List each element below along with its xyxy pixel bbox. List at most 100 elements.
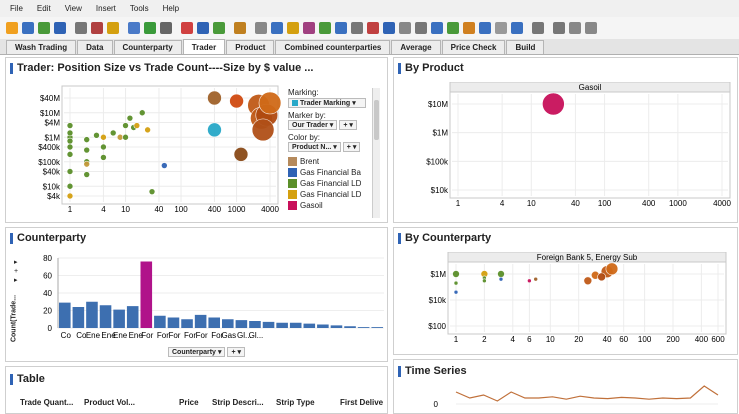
- bar: [249, 321, 261, 328]
- menu-help[interactable]: Help: [163, 4, 179, 13]
- toolbar-button-icon[interactable]: [399, 22, 411, 34]
- tab-combined-counterparties[interactable]: Combined counterparties: [275, 40, 391, 54]
- menu-view[interactable]: View: [65, 4, 82, 13]
- legend-scrollbar[interactable]: [372, 88, 380, 218]
- data-point: [597, 272, 606, 282]
- scroll-thumb[interactable]: [374, 100, 379, 140]
- tab-average[interactable]: Average: [391, 40, 441, 54]
- table-column-header[interactable]: First Delive: [340, 398, 383, 407]
- marker-select[interactable]: Our Trader ▾: [288, 120, 338, 130]
- toolbar-button-icon[interactable]: [463, 22, 475, 34]
- table-column-header[interactable]: Trade Quant...: [20, 398, 73, 407]
- toolbar-button-icon[interactable]: [91, 22, 103, 34]
- xaxis-select[interactable]: Counterparty ▾: [168, 347, 226, 357]
- table-column-header[interactable]: Product Vol...: [84, 398, 135, 407]
- toolbar-button-icon[interactable]: [234, 22, 246, 34]
- y-tick-label: 20: [43, 307, 52, 316]
- toolbar-button-icon[interactable]: [511, 22, 523, 34]
- data-point: [66, 168, 74, 175]
- toolbar-button-icon[interactable]: [213, 22, 225, 34]
- toolbar-button-icon[interactable]: [54, 22, 66, 34]
- data-point: [83, 136, 91, 143]
- data-point: [66, 137, 74, 145]
- toolbar-button-icon[interactable]: [160, 22, 172, 34]
- toolbar-button-icon[interactable]: [75, 22, 87, 34]
- color-label: Color by:: [288, 133, 321, 142]
- tab-data[interactable]: Data: [77, 40, 113, 54]
- toolbar-button-icon[interactable]: [38, 22, 50, 34]
- counterparty-scatter-chart[interactable]: Foreign Bank 5, Energy Sub 1 2 4 6 10 20 40 60 10…: [398, 252, 734, 352]
- product-scatter-chart[interactable]: Gasoil 1 4 10 40 100 400 1000 4000 $10M $1M $100k $1…: [398, 82, 734, 218]
- menu-file[interactable]: File: [10, 4, 23, 13]
- marker-options-button[interactable]: + ▾: [339, 120, 357, 130]
- menu-edit[interactable]: Edit: [37, 4, 51, 13]
- legend-item[interactable]: Brent: [288, 156, 376, 167]
- toolbar-button-icon[interactable]: [287, 22, 299, 34]
- toolbar-button-icon[interactable]: [383, 22, 395, 34]
- toolbar-button-icon[interactable]: [553, 22, 565, 34]
- tab-counterparty[interactable]: Counterparty: [113, 40, 182, 54]
- color-select[interactable]: Product N... ▾: [288, 142, 341, 152]
- triangle-right-icon[interactable]: ▸: [14, 258, 22, 267]
- toolbar-button-icon[interactable]: [431, 22, 443, 34]
- toolbar-button-icon[interactable]: [128, 22, 140, 34]
- toolbar-button-icon[interactable]: [447, 22, 459, 34]
- toolbar-button-icon[interactable]: [415, 22, 427, 34]
- toolbar-button-icon[interactable]: [303, 22, 315, 34]
- marking-select[interactable]: Trader Marking ▾: [288, 98, 366, 108]
- facet-label: Gasoil: [579, 83, 602, 92]
- toolbar-button-icon[interactable]: [351, 22, 363, 34]
- data-point: [66, 143, 74, 151]
- toolbar-button-icon[interactable]: [6, 22, 18, 34]
- toolbar-button-icon[interactable]: [22, 22, 34, 34]
- trader-title: Trader: Position Size vs Trade Count----…: [10, 62, 313, 74]
- x-tick-label: 40: [154, 205, 163, 214]
- toolbar-button-icon[interactable]: [144, 22, 156, 34]
- toolbar-button-icon[interactable]: [569, 22, 581, 34]
- x-tick-label: Gas: [221, 331, 236, 340]
- legend-item[interactable]: Gasoil: [288, 200, 376, 211]
- y-tick-label: 0: [434, 400, 439, 409]
- toolbar-button-icon[interactable]: [367, 22, 379, 34]
- toolbar-button-icon[interactable]: [585, 22, 597, 34]
- legend-item[interactable]: Gas Financial LD: [288, 189, 376, 200]
- plus-icon[interactable]: +: [14, 267, 22, 276]
- legend-swatch: [288, 168, 297, 177]
- menu-insert[interactable]: Insert: [96, 4, 116, 13]
- toolbar-button-icon[interactable]: [271, 22, 283, 34]
- legend-swatch: [288, 179, 297, 188]
- legend-item[interactable]: Gas Financial Ba: [288, 167, 376, 178]
- tab-price-check[interactable]: Price Check: [441, 40, 506, 54]
- toolbar-button-icon[interactable]: [197, 22, 209, 34]
- legend-item[interactable]: Gas Financial LD: [288, 178, 376, 189]
- x-tick-label: 40: [603, 335, 612, 344]
- table-column-header[interactable]: Strip Type: [276, 398, 315, 407]
- toolbar-button-icon[interactable]: [335, 22, 347, 34]
- menu-tools[interactable]: Tools: [130, 4, 149, 13]
- toolbar-button-icon[interactable]: [107, 22, 119, 34]
- xaxis-options-button[interactable]: + ▾: [227, 347, 246, 357]
- data-point: [258, 91, 282, 115]
- table-column-header[interactable]: Strip Descri...: [212, 398, 264, 407]
- data-point: [100, 133, 107, 141]
- y-tick-label: $10k: [429, 296, 447, 305]
- plot-frame: [449, 91, 731, 199]
- counterparty-bar-chart[interactable]: 020406080Co Co Ene EneEne EneFor For For For For…: [28, 250, 386, 344]
- toolbar-button-icon[interactable]: [319, 22, 331, 34]
- tab-wash-trading[interactable]: Wash Trading: [6, 40, 77, 54]
- toolbar-button-icon[interactable]: [181, 22, 193, 34]
- toolbar-button-icon[interactable]: [532, 22, 544, 34]
- tab-product[interactable]: Product: [226, 40, 275, 54]
- time-series-chart[interactable]: 0: [398, 382, 734, 412]
- toolbar-button-icon[interactable]: [495, 22, 507, 34]
- facet-label: Foreign Bank 5, Energy Sub: [537, 253, 638, 262]
- toolbar-button-icon[interactable]: [255, 22, 267, 34]
- table-column-header[interactable]: Price: [179, 398, 199, 407]
- triangle-right-icon[interactable]: ▸: [14, 276, 22, 285]
- tab-build[interactable]: Build: [506, 40, 545, 54]
- data-point: [109, 129, 117, 137]
- toolbar-button-icon[interactable]: [479, 22, 491, 34]
- tab-trader[interactable]: Trader: [182, 39, 226, 54]
- trader-scatter-chart[interactable]: 1 4 10 40 100 400 1000 4000 $4k$10k $40k$100k $400…: [10, 80, 285, 220]
- color-options-button[interactable]: + ▾: [342, 142, 361, 152]
